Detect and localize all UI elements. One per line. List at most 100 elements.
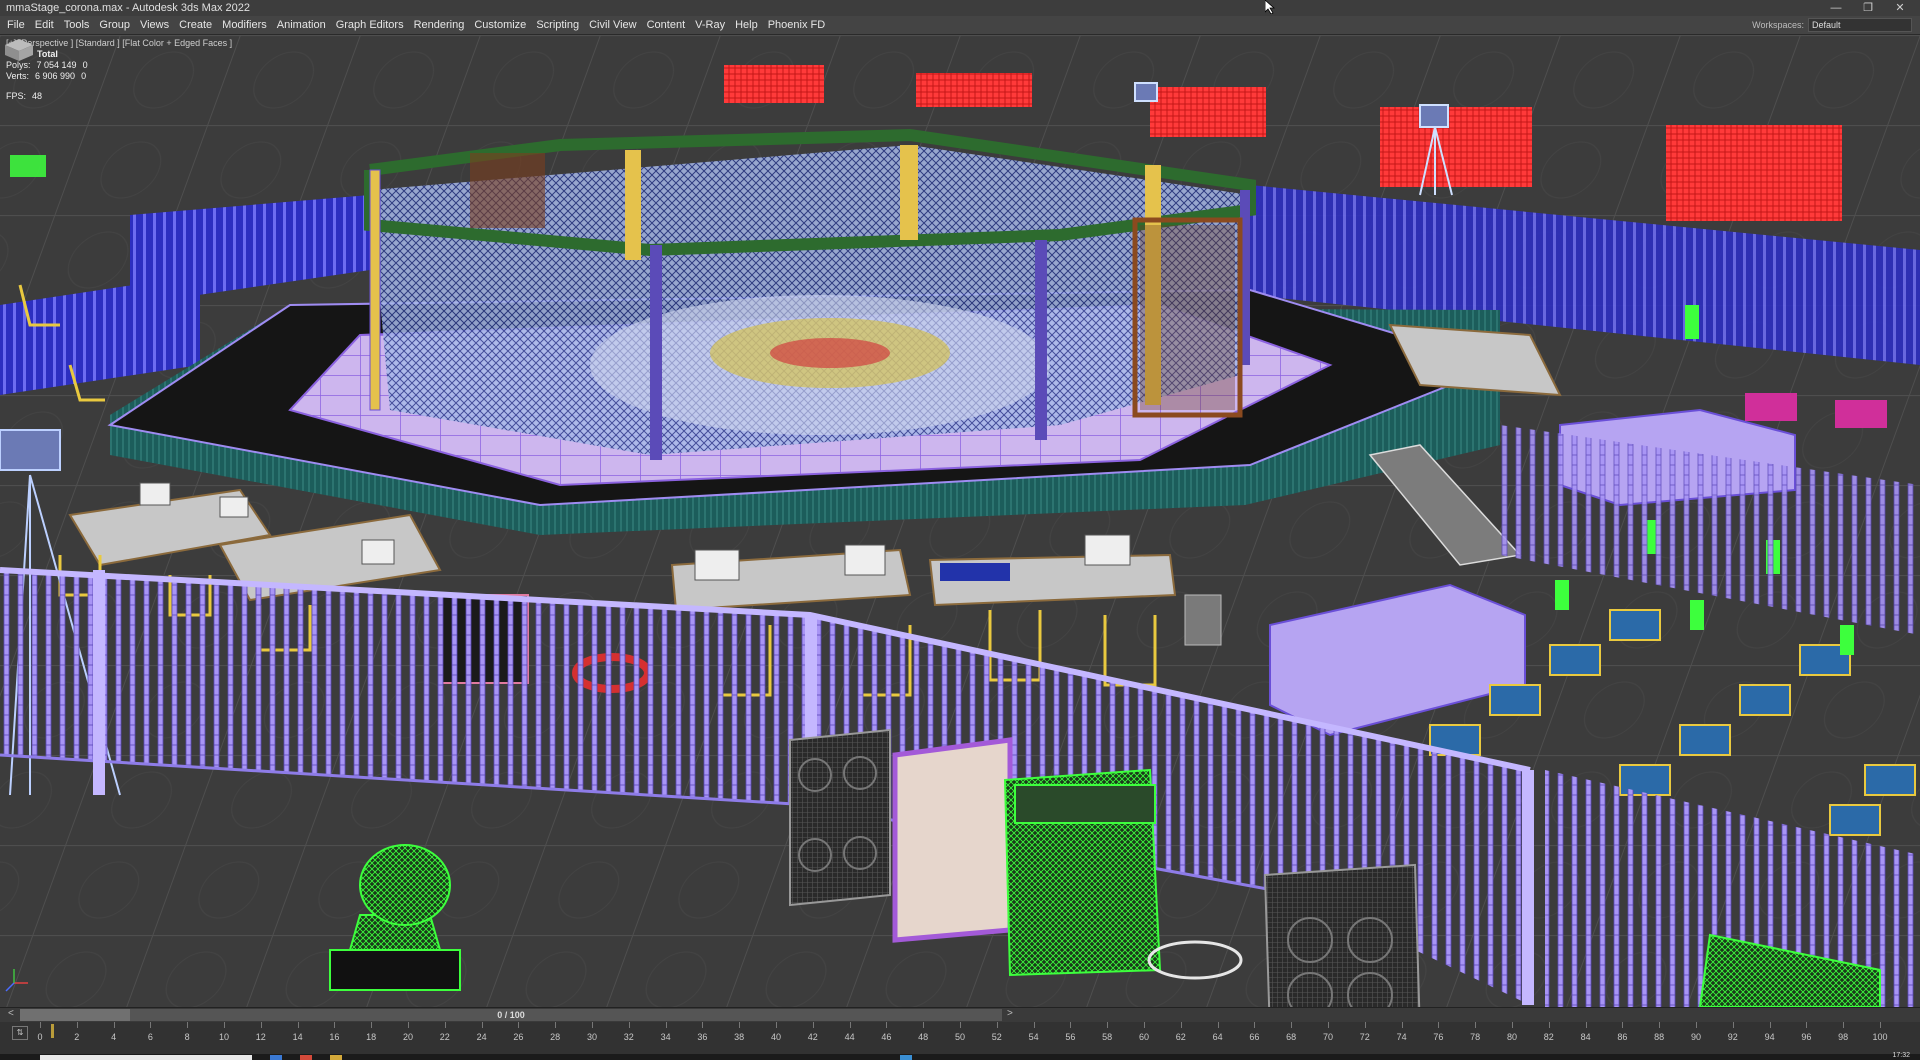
frame-counter[interactable]: 0 / 100 (20, 1009, 1002, 1021)
cage-post (650, 245, 662, 460)
timeline-tick (665, 1022, 667, 1028)
timeline-ticks: 0 2 4 6 8 10 12 14 16 18 20 22 24 26 28 30 32 34 36 38 40 42 4… (37, 1022, 1888, 1054)
menu-rendering[interactable]: Rendering (409, 16, 470, 34)
timeline-tick-label: 16 (329, 1032, 340, 1042)
fps-label: FPS: (6, 91, 27, 101)
timeline-tick (1364, 1022, 1366, 1028)
timeline-playhead[interactable] (51, 1024, 54, 1038)
window-controls: — ❐ ✕ (1820, 0, 1916, 16)
timeline-tick-label: 8 (184, 1032, 190, 1042)
timeline-tick (923, 1022, 925, 1028)
timeline-tick (1659, 1022, 1661, 1028)
timeline-tick-label: 34 (660, 1032, 671, 1042)
perspective-viewport[interactable]: [+] [Perspective ] [Standard ] [Flat Col… (0, 35, 1920, 1007)
menu-civil-view[interactable]: Civil View (584, 16, 641, 34)
pink-cushion (1745, 393, 1797, 421)
timeline-tick-label: 100 (1872, 1032, 1888, 1042)
timeline-track[interactable]: ⇅ 0 2 4 6 8 10 12 14 16 18 20 22 24 26 28 30 32 34 36 38 40 4… (0, 1022, 1920, 1054)
timeline-tick (1843, 1022, 1845, 1028)
polys-value: 7 054 149 (36, 60, 77, 70)
menu-scripting[interactable]: Scripting (531, 16, 584, 34)
timeline-tick (1180, 1022, 1182, 1028)
stats-verts-row: Verts: 6 906 990 0 (6, 71, 88, 82)
menu-tools[interactable]: Tools (59, 16, 95, 34)
timeline-tick-label: 26 (513, 1032, 524, 1042)
close-button[interactable]: ✕ (1884, 0, 1916, 16)
restore-button[interactable]: ❐ (1852, 0, 1884, 16)
menu-create[interactable]: Create (174, 16, 217, 34)
timeline-tick (849, 1022, 851, 1028)
red-backdrop (1380, 107, 1532, 187)
timeline-tick (76, 1022, 78, 1028)
viewport-label[interactable]: [+] [Perspective ] [Standard ] [Flat Col… (6, 38, 232, 48)
timeline-tick-label: 88 (1654, 1032, 1665, 1042)
menu-animation[interactable]: Animation (272, 16, 331, 34)
timeline-tick-label: 14 (292, 1032, 303, 1042)
scene-render (0, 35, 1920, 1007)
viewcube-icon[interactable] (0, 35, 38, 65)
chevron-left-icon[interactable]: < (8, 1008, 14, 1019)
laptop (694, 549, 740, 581)
timeline-tick-label: 18 (366, 1032, 377, 1042)
timeline-tick (739, 1022, 741, 1028)
taskbar-app-icon[interactable] (900, 1055, 912, 1060)
timeline-tick (113, 1022, 115, 1028)
verts-label: Verts: (6, 71, 30, 81)
timeline-tick (1254, 1022, 1256, 1028)
timeline-tick-label: 66 (1249, 1032, 1260, 1042)
menu-v-ray[interactable]: V-Ray (690, 16, 730, 34)
timeline-tick-label: 22 (439, 1032, 450, 1042)
timeline-tick-label: 48 (918, 1032, 929, 1042)
frame-counter-text: 0 / 100 (497, 1010, 525, 1020)
timeline-tick-label: 80 (1506, 1032, 1518, 1042)
menu-content[interactable]: Content (642, 16, 691, 34)
timeline-tick-label: 54 (1028, 1032, 1039, 1042)
timeline-tick (371, 1022, 373, 1028)
laptop (1084, 534, 1131, 566)
timeline-tick-label: 2 (74, 1032, 80, 1042)
timeline-tick-label: 98 (1838, 1032, 1849, 1042)
timeline-tick (1696, 1022, 1697, 1028)
menu-graph-editors[interactable]: Graph Editors (331, 16, 409, 34)
timeline-tick (1070, 1022, 1072, 1028)
timeline-tick-label: 68 (1286, 1032, 1297, 1042)
timeline-tick-label: 30 (586, 1032, 598, 1042)
timeline-tick (1217, 1022, 1219, 1028)
timeline-tick-label: 94 (1764, 1032, 1775, 1042)
green-light-left (10, 155, 46, 177)
menu-edit[interactable]: Edit (30, 16, 59, 34)
taskbar-app-icon[interactable] (300, 1055, 312, 1060)
taskbar-search[interactable] (40, 1055, 252, 1060)
timeline-tick-label: 6 (147, 1032, 153, 1042)
workspace-dropdown[interactable]: Default (1808, 18, 1912, 32)
timeline-tick-label: 56 (1065, 1032, 1076, 1042)
timeline-tick (1622, 1022, 1624, 1028)
timeline-tick-label: 96 (1801, 1032, 1812, 1042)
laptop (844, 544, 886, 576)
belt-case (940, 563, 1010, 581)
menu-customize[interactable]: Customize (469, 16, 531, 34)
red-backdrop (916, 73, 1032, 107)
laptop (361, 539, 395, 565)
menu-modifiers[interactable]: Modifiers (217, 16, 272, 34)
stats-fps-row: FPS: 48 (6, 91, 88, 102)
menu-help[interactable]: Help (730, 16, 763, 34)
timeline-tick (297, 1022, 299, 1028)
taskbar-app-icon[interactable] (330, 1055, 342, 1060)
mini-curve-editor-icon[interactable]: ⇅ (12, 1026, 28, 1040)
taskbar-app-icon[interactable] (270, 1055, 282, 1060)
menu-phoenix-fd[interactable]: Phoenix FD (763, 16, 830, 34)
pink-cushion (1835, 400, 1887, 428)
slider-thumb[interactable] (20, 1009, 130, 1021)
os-taskbar: 17:32 (0, 1052, 1920, 1060)
menu-views[interactable]: Views (135, 16, 174, 34)
menu-file[interactable]: File (2, 16, 30, 34)
time-slider[interactable]: < 0 / 100 > (0, 1007, 1920, 1023)
chevron-right-icon[interactable]: > (1007, 1008, 1013, 1019)
timeline-tick (1291, 1022, 1293, 1028)
menu-group[interactable]: Group (94, 16, 135, 34)
minimize-button[interactable]: — (1820, 0, 1852, 16)
timeline-tick-label: 28 (550, 1032, 561, 1042)
timeline-tick (960, 1022, 961, 1028)
timeline-tick-label: 72 (1359, 1032, 1370, 1042)
